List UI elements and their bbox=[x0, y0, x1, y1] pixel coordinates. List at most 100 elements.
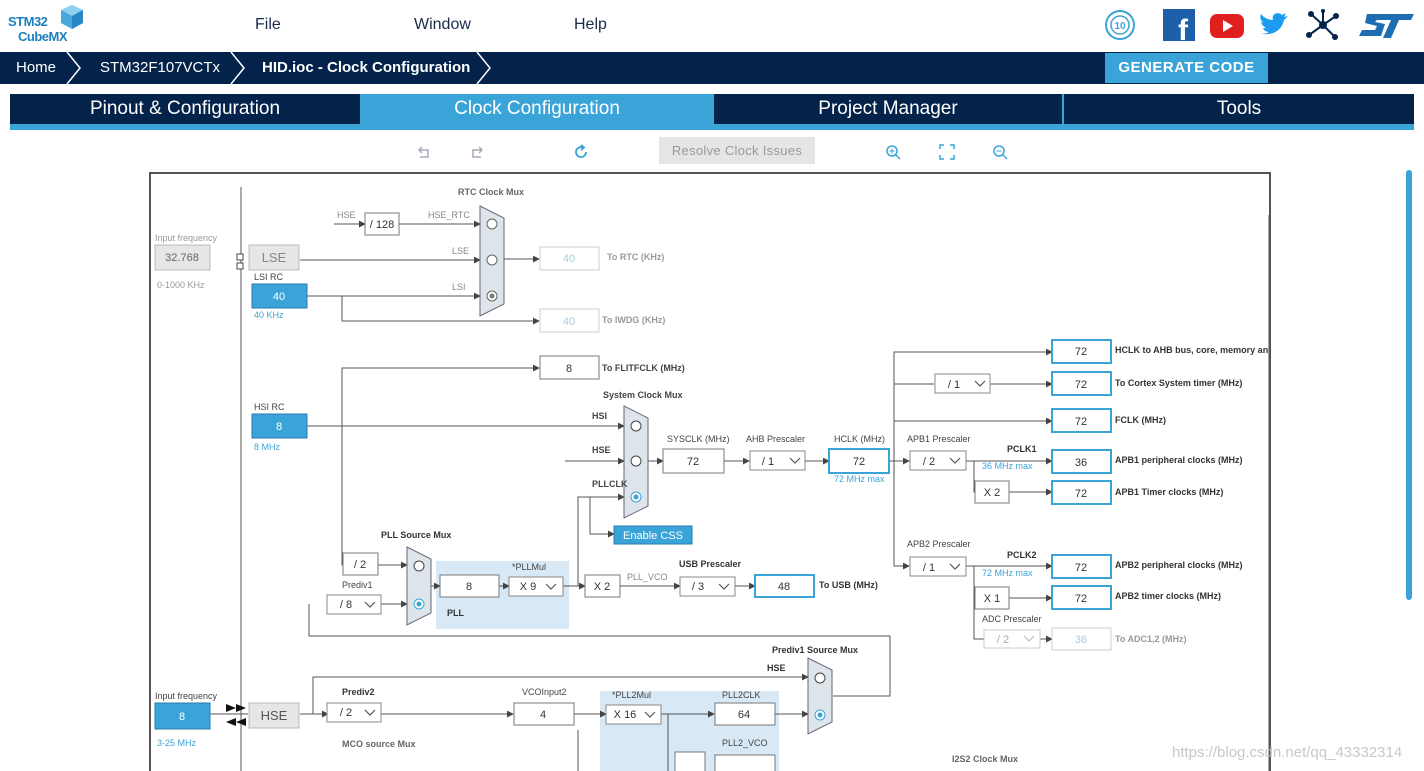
lse-text: LSE bbox=[262, 250, 287, 265]
hse-text: HSE bbox=[261, 708, 288, 723]
svg-text:10: 10 bbox=[1114, 21, 1126, 32]
hse-mux-label: HSE bbox=[592, 445, 611, 455]
x2-value: X 2 bbox=[594, 581, 611, 593]
pll2clk-label: PLL2CLK bbox=[722, 690, 761, 700]
breadcrumb-chevron-icon bbox=[230, 52, 245, 84]
prediv2-value: / 2 bbox=[340, 707, 352, 719]
sysclk-label: SYSCLK (MHz) bbox=[667, 434, 730, 444]
tab-pinout[interactable]: Pinout & Configuration bbox=[10, 94, 360, 124]
to-rtc-label: To RTC (KHz) bbox=[607, 252, 664, 262]
tab-clock-configuration[interactable]: Clock Configuration bbox=[362, 94, 712, 124]
ahb-value: / 1 bbox=[762, 456, 774, 468]
menu-help[interactable]: Help bbox=[574, 16, 607, 34]
breadcrumb-home[interactable]: Home bbox=[16, 52, 56, 84]
div2-value: / 2 bbox=[354, 559, 366, 571]
out-adc-label: To ADC1,2 (MHz) bbox=[1115, 634, 1187, 644]
lse-range-label: 0-1000 KHz bbox=[157, 280, 205, 290]
menu-file[interactable]: File bbox=[255, 16, 281, 34]
apb1-value: / 2 bbox=[923, 456, 935, 468]
menu-window[interactable]: Window bbox=[414, 16, 471, 34]
out-apb2p-label: APB2 peripheral clocks (MHz) bbox=[1115, 560, 1243, 570]
twitter-icon[interactable] bbox=[1257, 8, 1291, 42]
facebook-icon[interactable]: f bbox=[1163, 8, 1195, 42]
zoom-in-icon[interactable] bbox=[883, 142, 903, 162]
hse-value: 8 bbox=[179, 711, 185, 723]
lse-value: 32.768 bbox=[165, 252, 199, 264]
pll2mul-label: *PLL2Mul bbox=[612, 690, 651, 700]
st-logo-icon[interactable] bbox=[1357, 8, 1415, 42]
out-apb2t-value: 72 bbox=[1075, 593, 1087, 605]
prediv1-label: Prediv1 bbox=[342, 580, 373, 590]
lsi-rc-label: LSI RC bbox=[254, 272, 284, 282]
flit-value: 8 bbox=[566, 363, 572, 375]
clock-tree-diagram: RTC Clock Mux Input frequency 0-1000 KHz… bbox=[154, 187, 1269, 771]
pclk1-max-label: 36 MHz max bbox=[982, 461, 1033, 471]
pll2mul-value: X 16 bbox=[614, 709, 637, 721]
hsi-unit-label: 8 MHz bbox=[254, 442, 281, 452]
watermark: https://blog.csdn.net/qq_43332314 bbox=[1172, 744, 1403, 761]
hse-rtc-label: HSE_RTC bbox=[428, 210, 470, 220]
hse-prediv-label: HSE bbox=[767, 663, 786, 673]
pllmul-label: *PLLMul bbox=[512, 562, 546, 572]
logo-text-line2: CubeMX bbox=[18, 29, 68, 44]
youtube-icon[interactable] bbox=[1209, 8, 1245, 42]
network-icon[interactable] bbox=[1305, 8, 1341, 42]
menu-bar: STM32 CubeMX File Window Help 10 f bbox=[0, 0, 1424, 52]
out-apb2t-label: APB2 timer clocks (MHz) bbox=[1115, 591, 1221, 601]
hclk-label: HCLK (MHz) bbox=[834, 434, 885, 444]
input-freq-label: Input frequency bbox=[155, 233, 218, 243]
prediv1-value: / 8 bbox=[340, 599, 352, 611]
adc-value: / 2 bbox=[997, 634, 1009, 646]
hclk-max-label: 72 MHz max bbox=[834, 474, 885, 484]
to-usb-label: To USB (MHz) bbox=[819, 580, 878, 590]
div128-value: / 128 bbox=[370, 219, 394, 231]
rtc-mux-label: RTC Clock Mux bbox=[458, 187, 524, 197]
rtc-value: 40 bbox=[563, 253, 575, 265]
breadcrumb-file[interactable]: HID.ioc - Clock Configuration bbox=[262, 52, 470, 84]
out-fclk-label: FCLK (MHz) bbox=[1115, 415, 1166, 425]
ahb-label: AHB Prescaler bbox=[746, 434, 805, 444]
tab-tools[interactable]: Tools bbox=[1064, 94, 1414, 124]
pllclk-label: PLLCLK bbox=[592, 479, 628, 489]
pclk2-label: PCLK2 bbox=[1007, 550, 1037, 560]
main-tabs: Pinout & Configuration Clock Configurati… bbox=[10, 94, 1414, 130]
system-clock-mux[interactable] bbox=[623, 405, 649, 519]
anniversary-icon[interactable]: 10 bbox=[1103, 8, 1137, 42]
pll2vco-label: PLL2_VCO bbox=[722, 738, 768, 748]
breadcrumb-device[interactable]: STM32F107VCTx bbox=[100, 52, 220, 84]
hsi-mux-label: HSI bbox=[592, 411, 607, 421]
apb1-label: APB1 Prescaler bbox=[907, 434, 971, 444]
redo-icon[interactable] bbox=[467, 142, 487, 162]
hse-input-freq-label: Input frequency bbox=[155, 691, 218, 701]
out-apb1p-label: APB1 peripheral clocks (MHz) bbox=[1115, 455, 1243, 465]
adc-label: ADC Prescaler bbox=[982, 614, 1042, 624]
vertical-scrollbar[interactable] bbox=[1406, 170, 1412, 600]
vco2-label: VCOInput2 bbox=[522, 687, 567, 697]
prediv2-label: Prediv2 bbox=[342, 687, 375, 697]
sys-mux-label: System Clock Mux bbox=[603, 390, 683, 400]
generate-code-button[interactable]: GENERATE CODE bbox=[1105, 53, 1268, 83]
undo-icon[interactable] bbox=[414, 142, 434, 162]
pll-vco-label: PLL_VCO bbox=[627, 572, 668, 582]
stm32cubemx-logo: STM32 CubeMX bbox=[8, 5, 88, 48]
fit-screen-icon[interactable] bbox=[937, 142, 957, 162]
resolve-clock-issues-button[interactable]: Resolve Clock Issues bbox=[659, 137, 815, 164]
iwdg-value: 40 bbox=[563, 316, 575, 328]
out-apb1p-value: 36 bbox=[1075, 457, 1087, 469]
out-cortex-value: 72 bbox=[1075, 379, 1087, 391]
tab-project-manager[interactable]: Project Manager bbox=[714, 94, 1062, 124]
reset-icon[interactable] bbox=[571, 142, 591, 162]
out-ahb-value: 72 bbox=[1075, 346, 1087, 358]
cube-icon bbox=[61, 5, 83, 29]
pll-source-mux[interactable] bbox=[406, 546, 432, 626]
apb2-x1-value: X 1 bbox=[984, 593, 1001, 605]
pclk1-label: PCLK1 bbox=[1007, 444, 1037, 454]
apb2-value: / 1 bbox=[923, 562, 935, 574]
pll-src-mux-label: PLL Source Mux bbox=[381, 530, 451, 540]
lse-mux-label: LSE bbox=[452, 246, 469, 256]
zoom-out-icon[interactable] bbox=[990, 142, 1010, 162]
rtc-clock-mux[interactable] bbox=[479, 205, 505, 317]
prediv1-source-mux[interactable] bbox=[807, 657, 833, 735]
hse-range-label: 3-25 MHz bbox=[157, 738, 197, 748]
lsi-mux-label: LSI bbox=[452, 282, 466, 292]
